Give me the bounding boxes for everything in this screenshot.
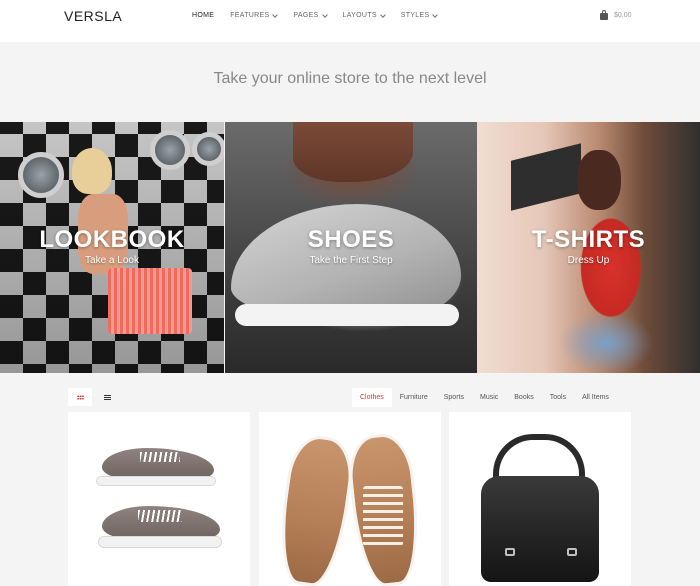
banner-title: LOOKBOOK: [39, 226, 185, 253]
sneaker-laces-image: [138, 510, 182, 522]
filter-all-items[interactable]: All Items: [574, 388, 617, 407]
banner-lookbook[interactable]: LOOKBOOK Take a Look: [0, 122, 224, 373]
filter-tools[interactable]: Tools: [542, 388, 574, 407]
filter-sports[interactable]: Sports: [436, 388, 472, 407]
product-image-tan-shoe: [272, 432, 358, 586]
banner-title: T-SHIRTS: [531, 226, 646, 253]
grid-view-button[interactable]: [68, 388, 92, 406]
grid-view-icon: [76, 394, 84, 400]
nav-home[interactable]: HOME: [192, 12, 214, 19]
banner-title: SHOES: [307, 226, 395, 253]
model-image: [293, 122, 413, 182]
nav-features[interactable]: FEATURES: [230, 11, 279, 19]
chevron-down-icon: [272, 11, 279, 18]
filter-books[interactable]: Books: [506, 388, 541, 407]
shopping-bag-icon: [600, 10, 608, 20]
site-logo[interactable]: VERSLA: [64, 8, 122, 24]
banner-shoes[interactable]: SHOES Take the First Step: [225, 122, 477, 373]
chevron-down-icon: [379, 11, 386, 18]
banner-subtitle: Dress Up: [567, 255, 610, 266]
product-image-sneakers: [96, 446, 216, 490]
nav-pages[interactable]: PAGES: [293, 11, 328, 19]
list-view-icon: [103, 394, 111, 400]
nav-layouts-label: LAYOUTS: [342, 12, 377, 19]
view-toggle: [68, 388, 119, 406]
bag-buckle-image: [505, 548, 515, 556]
washer-image: [192, 132, 224, 166]
list-view-button[interactable]: [95, 388, 119, 406]
nav-features-label: FEATURES: [230, 12, 270, 19]
filter-music[interactable]: Music: [472, 388, 506, 407]
filter-clothes[interactable]: Clothes: [352, 388, 392, 407]
nav-styles-label: STYLES: [400, 12, 430, 19]
chevron-down-icon: [321, 11, 328, 18]
banner-tshirts[interactable]: T-SHIRTS Dress Up: [477, 122, 700, 373]
cart-button[interactable]: $0.00: [600, 10, 632, 20]
product-image-sneakers: [98, 502, 222, 552]
sneaker-sole-image: [96, 476, 216, 486]
site-header: VERSLA HOME FEATURES PAGES LAYOUTS STYLE…: [0, 0, 700, 42]
shoe-sole-image: [235, 304, 459, 326]
product-card[interactable]: [449, 412, 631, 586]
chevron-down-icon: [432, 11, 439, 18]
nav-home-label: HOME: [192, 12, 215, 19]
nav-layouts[interactable]: LAYOUTS: [342, 11, 386, 19]
filter-furniture[interactable]: Furniture: [392, 388, 436, 407]
category-filters: Clothes Furniture Sports Music Books Too…: [352, 388, 617, 407]
washer-image: [18, 152, 64, 198]
model-image: [72, 148, 112, 194]
bag-buckle-image: [567, 548, 577, 556]
shoe-laces-image: [363, 486, 403, 546]
banner-subtitle: Take the First Step: [309, 255, 393, 266]
awning-image: [511, 143, 581, 211]
product-image-bag: [481, 476, 599, 582]
product-card[interactable]: [68, 412, 250, 586]
nav-styles[interactable]: STYLES: [400, 11, 439, 19]
sneaker-sole-image: [98, 536, 222, 548]
washer-image: [150, 130, 190, 170]
model-image: [577, 150, 621, 210]
sneaker-laces-image: [140, 452, 180, 462]
product-card[interactable]: [259, 412, 441, 586]
hero-tagline: Take your online store to the next level: [213, 70, 487, 87]
nav-pages-label: PAGES: [293, 12, 319, 19]
category-banners: LOOKBOOK Take a Look SHOES Take the Firs…: [0, 122, 700, 373]
basket-image: [108, 268, 192, 334]
banner-subtitle: Take a Look: [85, 255, 139, 266]
main-nav: HOME FEATURES PAGES LAYOUTS STYLES: [192, 11, 453, 19]
cart-total: $0.00: [614, 12, 632, 19]
